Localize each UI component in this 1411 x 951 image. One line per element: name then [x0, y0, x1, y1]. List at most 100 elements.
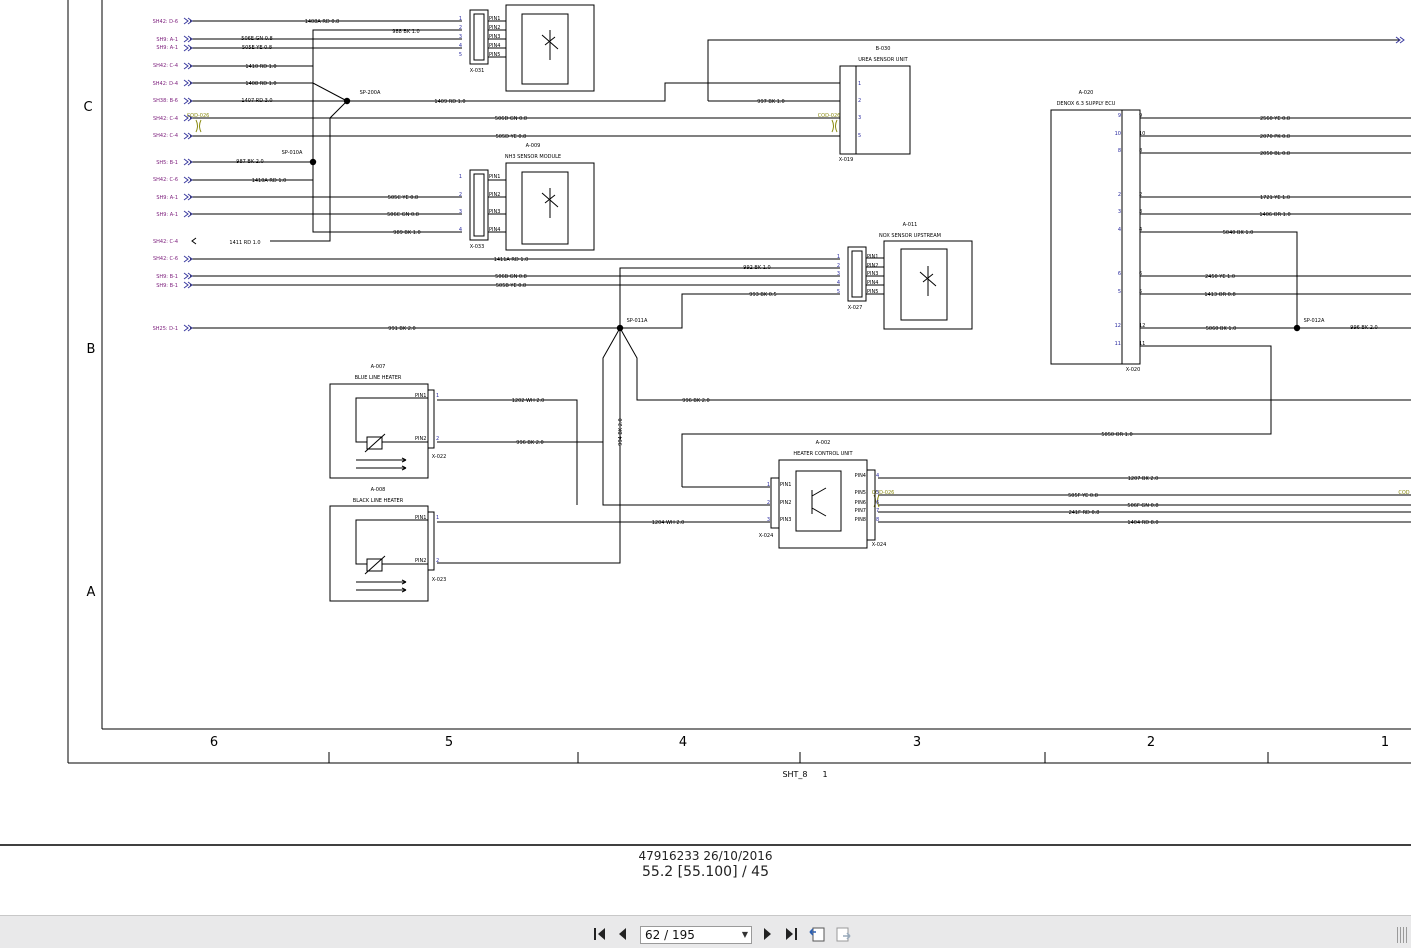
previous-page-icon[interactable]	[613, 924, 633, 944]
ref-tag[interactable]: SH9: A-1	[156, 45, 178, 51]
resize-grip[interactable]	[1397, 927, 1407, 943]
component-heater-control-unit[interactable]: A-002 HEATER CONTROL UNIT 123 PIN1 PIN2 …	[759, 440, 887, 549]
ref-tag[interactable]: SH42: C-4	[153, 133, 178, 139]
pin-number: 4	[1139, 227, 1142, 233]
pin-number: 4	[876, 473, 879, 479]
next-page-icon[interactable]	[757, 924, 777, 944]
component-urea-sensor-unit[interactable]: B-030 UREA SENSOR UNIT 1 2 3 5 X-019	[839, 46, 911, 163]
pin-number: 2	[459, 192, 462, 198]
pin-name: PIN1	[415, 393, 426, 399]
splice-label: SP-011A	[627, 318, 648, 324]
component-id: B-030	[876, 46, 891, 52]
next-view-icon[interactable]	[833, 924, 853, 944]
component-black-line-heater[interactable]: A-008 BLACK LINE HEATER PIN1 PIN2 1 2 X-…	[329, 487, 446, 602]
ref-tag[interactable]: SH42: C-4	[153, 239, 178, 245]
pin-number: 8	[1139, 148, 1142, 154]
wire-label: 1410A RD 1.0	[252, 178, 287, 184]
pin-number: 4	[837, 280, 840, 286]
sheet-ref-label: SHT_8	[782, 770, 807, 779]
ref-tag[interactable]: SH9: B-1	[156, 283, 178, 289]
last-page-icon[interactable]	[781, 924, 801, 944]
pin-number: 2	[459, 25, 462, 31]
component-name: BLUE LINE HEATER	[355, 375, 402, 381]
ref-tag[interactable]: SH9: A-1	[156, 195, 178, 201]
component-nh3-sensor-module[interactable]: A-009 NH3 SENSOR MODULE 1234 PIN1 PIN2 P…	[459, 143, 595, 251]
wire-label: 2070 PK 0.8	[1260, 134, 1290, 140]
wire-label: 1411 RD 1.0	[229, 240, 260, 246]
cod-label: COD	[1398, 490, 1409, 496]
wire-label: 1406 OR 1.0	[1259, 212, 1290, 218]
transistor-icon	[811, 487, 827, 517]
ref-tag[interactable]: SH9: A-1	[156, 37, 178, 43]
ref-tag[interactable]: SH42: D-6	[153, 19, 178, 25]
component-nox-sensor-upstream[interactable]: A-011 NOX SENSOR UPSTREAM 1 2 3 4 5 PIN1 PIN…	[837, 222, 973, 330]
component-name: NH3 SENSOR MODULE	[505, 154, 561, 160]
wire-label: 993 BK 0.5	[749, 292, 776, 298]
pin-number: 3	[837, 271, 840, 277]
component-denox-supply-ecu[interactable]: A-020 DENOX 6.3 SUPPLY ECU 9 10 8 2 3 4 …	[1050, 90, 1145, 373]
wire-label: 505C YE 0.8	[388, 195, 418, 201]
wire-label: 506F GN 0.8	[1127, 503, 1158, 509]
pin-number: 1	[858, 81, 861, 87]
chevron-down-icon: ▼	[741, 930, 748, 939]
ref-tag[interactable]: SH9: A-1	[156, 212, 178, 218]
wire-labels: 1408A RD 0.8 988 BK 1.0 506E GN 0.8 505E…	[229, 19, 1377, 526]
pin-name: PIN4	[855, 473, 866, 479]
previous-view-icon[interactable]	[808, 924, 828, 944]
pin-number: 2	[436, 558, 439, 564]
pin-number: 3	[459, 34, 462, 40]
component-blue-line-heater[interactable]: A-007 BLUE LINE HEATER PIN1 PIN2 1 2 X-0…	[329, 364, 446, 479]
first-page-icon[interactable]	[590, 924, 610, 944]
wire-label: 506C GN 0.8	[387, 212, 419, 218]
pin-name: PIN1	[867, 254, 878, 260]
sensor-box-1[interactable]	[488, 4, 595, 92]
wire-label: 987 BK 2.0	[236, 159, 263, 165]
ref-tag[interactable]: SH42: C-4	[153, 116, 178, 122]
ref-tag[interactable]: SH25: D-1	[153, 326, 178, 332]
pin-number: 5	[837, 289, 840, 295]
wire-label: 5040 BK 1.0	[1223, 230, 1254, 236]
connector-label: X-033	[470, 244, 485, 250]
pin-number: 1	[837, 254, 840, 260]
ref-tag[interactable]: SH9: B-1	[156, 274, 178, 280]
wire-label: 1721 YE 1.0	[1260, 195, 1290, 201]
pin-name: PIN2	[867, 263, 878, 269]
connector-label: X-027	[848, 305, 863, 311]
pin-name: PIN1	[415, 515, 426, 521]
ref-tag[interactable]: SH5: B-1	[156, 160, 178, 166]
pin-number: 2	[1118, 192, 1121, 198]
pin-number: 6	[876, 500, 879, 506]
pin-number: 1	[459, 174, 462, 180]
connector-x031[interactable]: 12345 PIN1 PIN2 PIN3 PIN4 PIN5 X-031	[459, 9, 501, 74]
zone-col-1: 1	[1381, 735, 1389, 750]
zone-col-2: 2	[1147, 735, 1155, 750]
pin-number: 4	[1118, 227, 1121, 233]
pin-name: PIN6	[855, 500, 866, 506]
pin-number: 5	[876, 490, 879, 496]
zone-col-3: 3	[913, 735, 921, 750]
wire-label: 1413 OR 0.8	[1204, 292, 1235, 298]
pin-number: 8	[876, 517, 879, 523]
pin-number: 3	[459, 209, 462, 215]
sensor-icon	[919, 266, 937, 296]
wire-label: 1404 RD 8.0	[1127, 520, 1158, 526]
pin-number: 2	[767, 500, 770, 506]
pin-name: PIN2	[415, 436, 426, 442]
ref-tag[interactable]: SH42: C-4	[153, 63, 178, 69]
ref-tag[interactable]: SH42: C-6	[153, 256, 178, 262]
pin-number: 10	[1115, 131, 1121, 137]
ref-tag[interactable]: SH38: B-6	[153, 98, 178, 104]
component-id: A-009	[526, 143, 541, 149]
schematic-sheet: C B A 6 5 4 3 2 1 SHT_8 1 SH42: D-6 SH9:…	[0, 0, 1411, 915]
pin-number: 3	[858, 115, 861, 121]
wire-label: 2560 YE 0.8	[1260, 116, 1290, 122]
zone-row-b: B	[87, 342, 96, 357]
pin-number: 5	[1139, 289, 1142, 295]
ref-tag[interactable]: SH42: C-6	[153, 177, 178, 183]
wire-label: 2050 BL 0.8	[1260, 151, 1290, 157]
wire-label: 505E YE 0.8	[242, 45, 272, 51]
document-page-ref: 55.2 [55.100] / 45	[642, 864, 769, 880]
ref-tag[interactable]: SH42: D-4	[153, 81, 178, 87]
component-id: A-007	[371, 364, 386, 370]
page-number-select[interactable]: 62 / 195 ▼	[640, 926, 752, 944]
